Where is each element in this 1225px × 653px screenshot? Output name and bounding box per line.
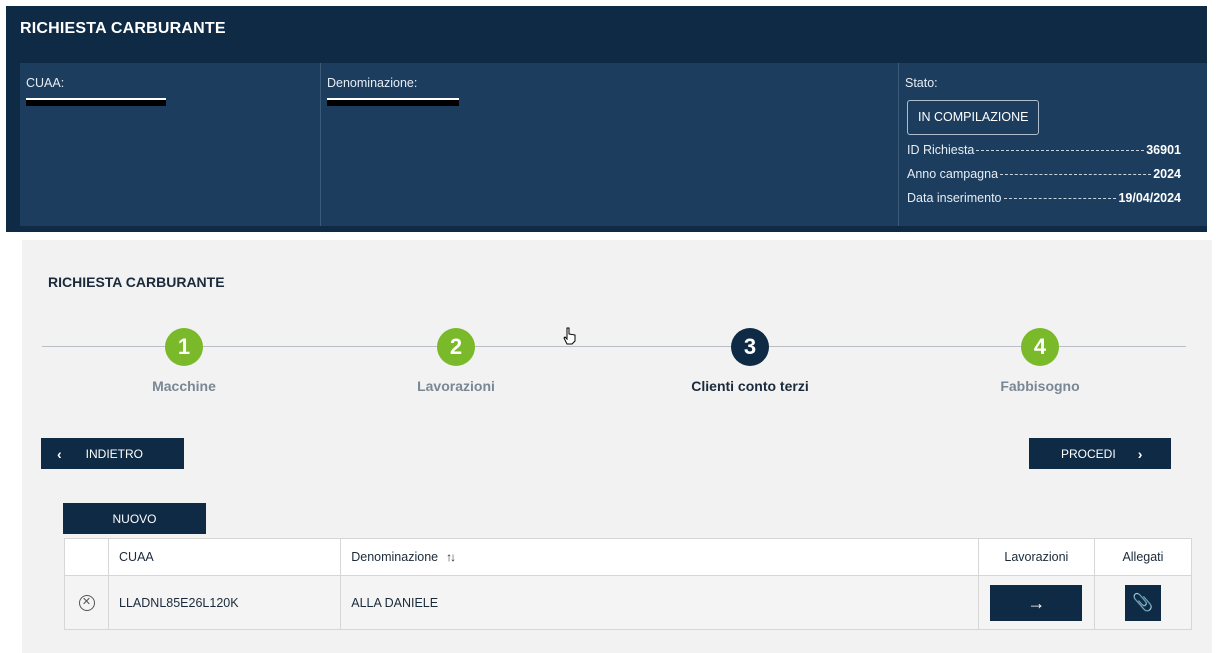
arrow-right-icon: → (1027, 592, 1046, 613)
step-number: 1 (165, 328, 203, 366)
detail-anno-campagna: Anno campagna 2024 (907, 167, 1181, 181)
stato-label: Stato: (905, 76, 938, 90)
cuaa-section: CUAA: (20, 63, 320, 226)
table-row: ✕ LLADNL85E26L120K ALLA DANIELE → 📎 (63, 575, 1193, 630)
header-denominazione-label: Denominazione (351, 550, 439, 564)
step-label: Macchine (152, 378, 216, 394)
section-title: RICHIESTA CARBURANTE (48, 274, 225, 290)
cell-cuaa: LLADNL85E26L120K (108, 575, 342, 630)
step-fabbisogno[interactable]: 4 Fabbisogno (940, 328, 1140, 394)
table-header-row: CUAA Denominazione ↑↓ Lavorazioni Allegat… (63, 538, 1193, 576)
status-badge: IN COMPILAZIONE (907, 100, 1040, 135)
sort-icon[interactable]: ↑↓ (446, 550, 456, 564)
cell-denominazione: ALLA DANIELE (340, 575, 979, 630)
cuaa-label: CUAA: (26, 76, 65, 90)
detail-data-inserimento: Data inserimento 19/04/2024 (907, 191, 1181, 205)
header-denominazione[interactable]: Denominazione ↑↓ (340, 538, 979, 576)
step-macchine[interactable]: 1 Macchine (84, 328, 284, 394)
denominazione-section: Denominazione: (320, 63, 898, 226)
chevron-left-icon: ‹ (57, 445, 62, 462)
step-number: 2 (437, 328, 475, 366)
header-actions (63, 538, 110, 576)
new-button[interactable]: NUOVO (63, 503, 206, 534)
clients-table: CUAA Denominazione ↑↓ Lavorazioni Allegat… (63, 538, 1193, 630)
detail-id-richiesta: ID Richiesta 36901 (907, 143, 1181, 157)
step-lavorazioni[interactable]: 2 Lavorazioni (356, 328, 556, 394)
page-header: RICHIESTA CARBURANTE CUAA: Denominazione… (6, 6, 1207, 232)
denominazione-redacted-value (327, 98, 459, 106)
next-button[interactable]: PROCEDI › (1029, 438, 1171, 469)
step-label: Clienti conto terzi (691, 378, 809, 394)
step-number: 4 (1021, 328, 1059, 366)
hand-cursor-icon (563, 327, 576, 345)
new-button-label: NUOVO (112, 511, 157, 526)
allegati-button[interactable]: 📎 (1124, 584, 1161, 621)
stato-section: Stato: IN COMPILAZIONE ID Richiesta 36901… (898, 63, 1207, 226)
close-circle-icon[interactable]: ✕ (78, 595, 95, 611)
main-panel: RICHIESTA CARBURANTE 1 Macchine 2 Lavora… (22, 240, 1212, 653)
cuaa-redacted-value (26, 98, 166, 106)
back-button-label: INDIETRO (85, 446, 144, 461)
header-lavorazioni: Lavorazioni (977, 538, 1095, 576)
page-title: RICHIESTA CARBURANTE (20, 20, 226, 37)
request-info-panel: CUAA: Denominazione: Stato: IN COMPILAZI… (20, 63, 1207, 226)
denominazione-label: Denominazione: (327, 76, 418, 90)
back-button[interactable]: ‹ INDIETRO (41, 438, 184, 469)
step-clienti-conto-terzi[interactable]: 3 Clienti conto terzi (650, 328, 850, 394)
step-label: Lavorazioni (417, 378, 495, 394)
next-button-label: PROCEDI (1061, 446, 1116, 461)
step-number: 3 (731, 328, 769, 366)
header-cuaa: CUAA (108, 538, 342, 576)
paperclip-icon: 📎 (1132, 592, 1154, 612)
step-label: Fabbisogno (1000, 378, 1080, 394)
lavorazioni-button[interactable]: → (990, 584, 1083, 621)
header-allegati: Allegati (1093, 538, 1193, 576)
chevron-right-icon: › (1137, 445, 1143, 462)
